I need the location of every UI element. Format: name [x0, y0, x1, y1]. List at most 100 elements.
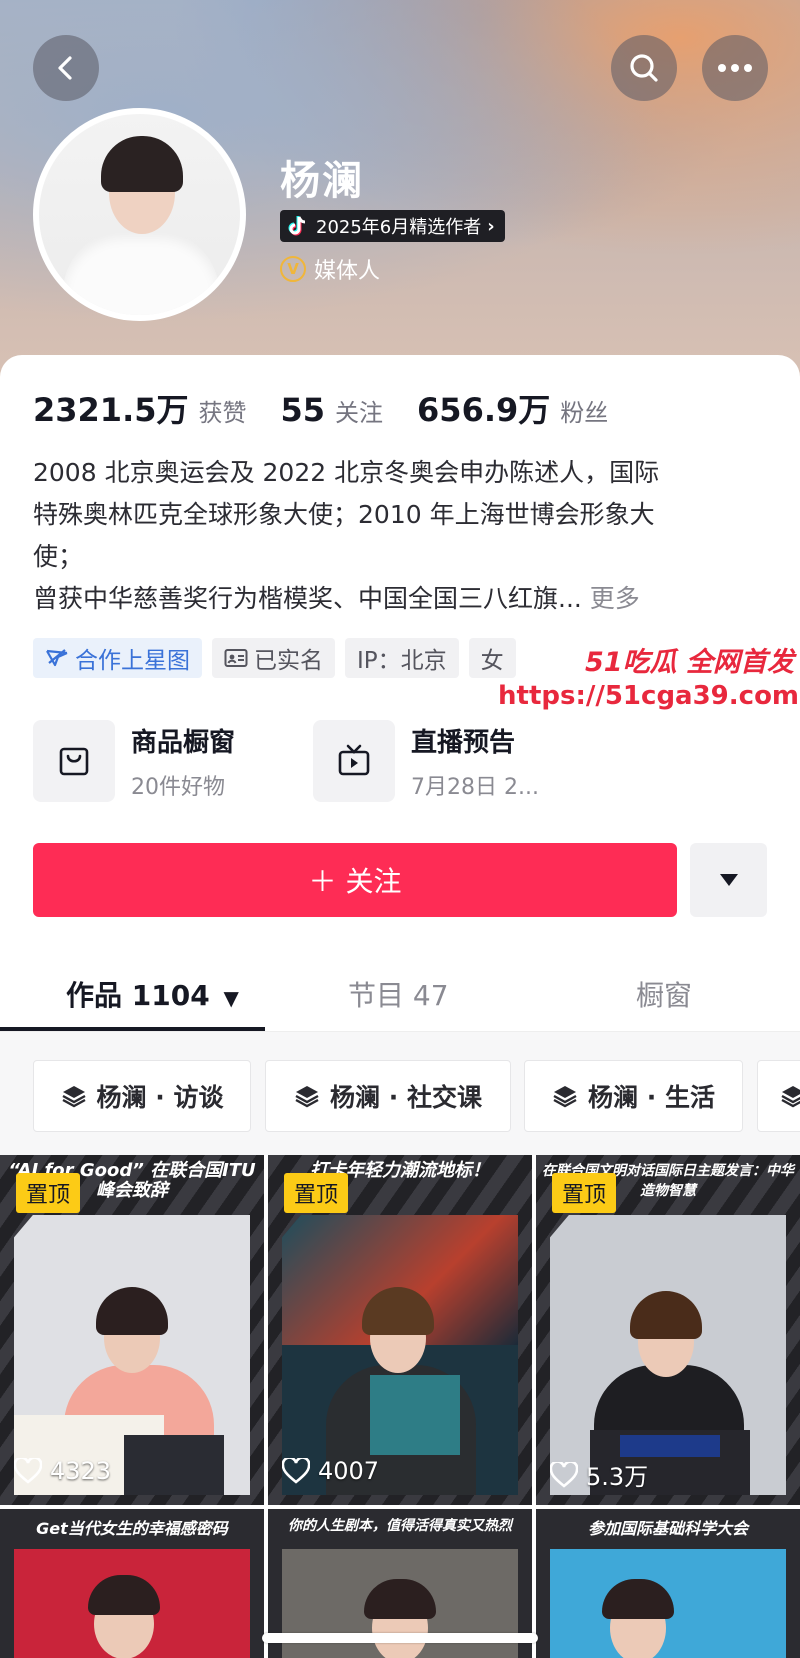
tag-label: IP：北京 [357, 648, 447, 674]
likes-count: 5.3万 [586, 1463, 649, 1491]
video-cover-image [550, 1215, 786, 1495]
following-label[interactable]: 关注 [335, 393, 383, 428]
bio-text[interactable]: 2008 北京奥运会及 2022 北京冬奥会申办陈述人，国际 特殊奥林匹克全球形… [33, 452, 773, 620]
avatar-photo [39, 114, 240, 315]
live-icon-box [313, 720, 395, 802]
collection-chip[interactable]: 杨澜 · 生活 [524, 1060, 743, 1132]
following-count[interactable]: 55 [281, 391, 326, 429]
verified-role: V 媒体人 [280, 253, 380, 285]
caret-down-icon: ▼ [223, 986, 239, 1010]
tab-works[interactable]: 作品 1104 ▼ [66, 974, 239, 1014]
heart-icon [282, 1458, 310, 1484]
bio-line: 使； [33, 542, 84, 571]
layers-icon [295, 1086, 319, 1108]
collections-row: 杨澜 · 访谈 杨澜 · 社交课 杨澜 · 生活 [0, 1032, 800, 1155]
tab-programs[interactable]: 节目 47 [348, 974, 449, 1014]
bio-line: 曾获中华慈善奖行为楷模奖、中国全国三八红旗... [33, 584, 582, 613]
watermark-title: 51吃瓜 全网首发 [585, 647, 794, 678]
pinned-badge: 置顶 [284, 1173, 349, 1213]
id-card-icon [224, 649, 248, 667]
back-button[interactable] [33, 35, 99, 101]
video-tile[interactable]: 参加国际基础科学大会 [536, 1509, 800, 1658]
shopping-bag-icon [59, 747, 89, 776]
collection-chip[interactable]: 杨澜 · 社交课 [265, 1060, 511, 1132]
video-tile[interactable]: 打卡年轻力潮流地标！ 置顶 4007 [268, 1155, 532, 1505]
shortcut-title: 商品橱窗 [131, 727, 236, 758]
video-cover-caption: 参加国际基础科学大会 [587, 1519, 748, 1538]
collection-chip[interactable]: 杨澜 · 访谈 [33, 1060, 251, 1132]
tab-label: 作品 1104 [66, 979, 210, 1012]
likes-count: 4007 [318, 1457, 380, 1485]
heart-icon [550, 1461, 578, 1488]
video-likes: 4007 [282, 1457, 379, 1485]
likes-count: 4323 [50, 1457, 112, 1485]
follow-button[interactable]: ＋ 关注 [33, 843, 677, 917]
shop-icon-box [33, 720, 115, 802]
collection-label: 杨澜 · 访谈 [96, 1083, 224, 1112]
tab-showcase[interactable]: 橱窗 [636, 974, 692, 1014]
shortcut-row: 商品橱窗 20件好物 直播预告 7月28日 2... [33, 720, 593, 802]
bio-line: 2008 北京奥运会及 2022 北京冬奥会申办陈述人，国际 [33, 458, 660, 487]
video-cover-image [14, 1549, 250, 1658]
more-dots-icon [718, 64, 752, 72]
video-cover-image [14, 1215, 250, 1495]
video-likes: 5.3万 [550, 1457, 648, 1492]
video-tile[interactable]: 在联合国文明对话国际日主题发言：中华造物智慧 置顶 5.3万 [536, 1155, 800, 1505]
video-grid: “AI for Good” 在联合国ITU峰会致辞 置顶 4323 打卡年轻力潮… [0, 1155, 800, 1658]
more-options-button[interactable] [702, 35, 768, 101]
followers-count[interactable]: 656.9万 [417, 385, 550, 431]
home-indicator[interactable] [262, 1633, 538, 1643]
followers-label[interactable]: 粉丝 [560, 393, 608, 428]
collection-label: 杨澜 · 生活 [588, 1083, 715, 1112]
video-tile[interactable]: “AI for Good” 在联合国ITU峰会致辞 置顶 4323 [0, 1155, 264, 1505]
creator-badge-label: 2025年6月精选作者 [316, 217, 482, 238]
avatar[interactable] [33, 108, 246, 321]
shortcut-subtitle: 7月28日 2... [411, 774, 539, 800]
shortcut-subtitle: 20件好物 [131, 774, 225, 800]
live-preview-shortcut[interactable]: 直播预告 7月28日 2... [313, 720, 593, 802]
content-tabs: 作品 1104 ▼ 节目 47 橱窗 [0, 960, 800, 1032]
recommend-dropdown-button[interactable] [690, 843, 767, 917]
search-button[interactable] [611, 35, 677, 101]
role-label: 媒体人 [314, 259, 381, 284]
bio-more-link[interactable]: 更多 [590, 584, 640, 613]
video-cover-image [282, 1215, 518, 1495]
layers-icon [781, 1086, 800, 1108]
tag-label: 已实名 [254, 648, 323, 674]
triangle-down-icon [719, 874, 738, 886]
shortcut-title: 直播预告 [411, 727, 516, 758]
video-cover-caption: Get当代女生的幸福感密码 [36, 1519, 228, 1538]
chevron-left-icon [58, 56, 72, 80]
collection-chip-partial[interactable] [757, 1060, 800, 1132]
verified-badge-icon: V [280, 256, 306, 282]
tag-verified-name[interactable]: 已实名 [212, 638, 335, 678]
video-likes: 4323 [14, 1457, 111, 1485]
layers-icon [61, 1086, 86, 1108]
video-cover-caption: 你的人生剧本，值得活得真实又热烈 [288, 1518, 512, 1534]
tag-label: 合作上星图 [75, 648, 190, 674]
active-tab-indicator [0, 1027, 265, 1031]
video-cover-image [550, 1549, 786, 1658]
collection-label: 杨澜 · 社交课 [330, 1083, 482, 1112]
shop-window-shortcut[interactable]: 商品橱窗 20件好物 [33, 720, 313, 802]
live-tv-icon [338, 744, 370, 776]
watermark-overlay: 51吃瓜 全网首发 https://51cga39.com [498, 640, 800, 711]
likes-count: 2321.5万 [33, 391, 189, 429]
bio-line: 特殊奥林匹克全球形象大使；2010 年上海世博会形象大 [33, 500, 655, 529]
star-map-icon [46, 649, 68, 667]
likes-label: 获赞 [198, 399, 247, 427]
layers-icon [553, 1086, 577, 1108]
profile-tags: 合作上星图 已实名 IP：北京 女 [33, 638, 516, 678]
profile-name: 杨澜 [280, 158, 364, 204]
chevron-right-icon: › [487, 215, 495, 237]
creator-badge[interactable]: 2025年6月精选作者 › [280, 210, 505, 242]
pinned-badge: 置顶 [552, 1173, 617, 1213]
pinned-badge: 置顶 [16, 1173, 81, 1213]
tag-ip-location: IP：北京 [345, 638, 459, 678]
heart-icon [14, 1458, 42, 1484]
tag-star-map[interactable]: 合作上星图 [33, 638, 202, 678]
tiktok-logo-icon [288, 216, 306, 236]
video-tile[interactable]: Get当代女生的幸福感密码 [0, 1509, 264, 1658]
stats-row: 2321.5万 获赞 55 关注 656.9万 粉丝 [33, 385, 642, 431]
watermark-url: https://51cga39.com [498, 681, 800, 711]
